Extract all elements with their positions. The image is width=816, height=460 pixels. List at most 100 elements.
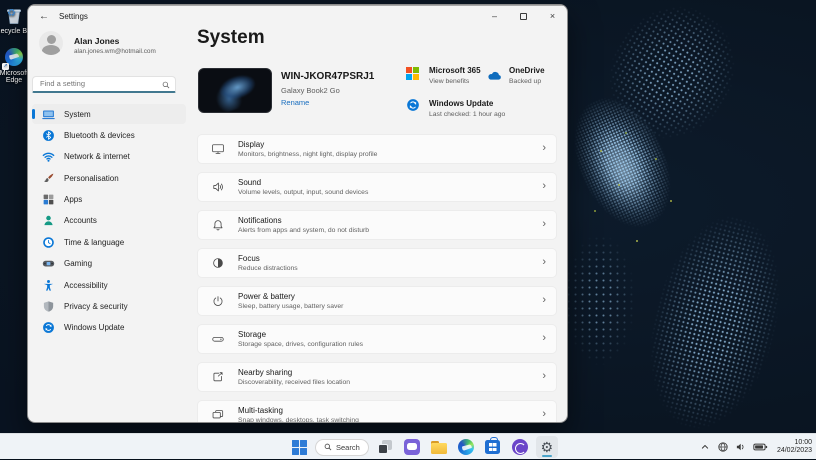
card-notifications[interactable]: Notifications Alerts from apps and system… [197, 210, 557, 240]
status-subtitle: Backed up [509, 78, 541, 85]
microsoft-store-button[interactable] [482, 436, 504, 458]
sidebar-item-privacy-security[interactable]: Privacy & security [32, 297, 186, 317]
rename-link[interactable]: Rename [281, 98, 309, 107]
clock-icon [42, 236, 55, 249]
search-box[interactable] [32, 76, 176, 93]
sidebar-nav: System Bluetooth & devices Network & int… [32, 104, 186, 338]
taskbar-center: Search ⚙ [288, 434, 558, 460]
status-title[interactable]: OneDrive [509, 66, 545, 75]
particle-tail [631, 204, 799, 442]
card-subtitle: Storage space, drives, configuration rul… [238, 341, 363, 348]
windows-update-icon [42, 321, 55, 334]
shortcut-arrow-icon: ↗ [2, 63, 9, 70]
status-subtitle: Last checked: 1 hour ago [429, 111, 505, 118]
card-title: Notifications [238, 216, 369, 225]
card-multi-tasking[interactable]: Multi-taskingSnap windows, desktops, tas… [197, 400, 557, 423]
taskbar-search[interactable]: Search [315, 439, 369, 456]
tray-time: 10:00 [777, 439, 812, 448]
start-button[interactable] [288, 436, 310, 458]
bell-icon [211, 218, 225, 232]
sidebar-item-label: Accounts [64, 216, 97, 225]
microsoft-365-icon [406, 67, 420, 81]
sidebar-item-apps[interactable]: Apps [32, 190, 186, 210]
chat-button[interactable] [401, 436, 423, 458]
card-title: Power & battery [238, 292, 343, 301]
sidebar-item-label: Windows Update [64, 323, 124, 332]
sidebar-item-system[interactable]: System [32, 104, 186, 124]
chat-icon [404, 439, 420, 455]
focus-icon [211, 256, 225, 270]
edge-icon [458, 439, 474, 455]
main-pane: System WIN-JKOR47PSRJ1 Galaxy Book2 Go R… [197, 5, 568, 422]
card-subtitle: Sleep, battery usage, battery saver [238, 303, 343, 310]
card-display[interactable]: DisplayMonitors, brightness, night light… [197, 134, 557, 164]
sidebar-item-label: Gaming [64, 259, 92, 268]
device-name: WIN-JKOR47PSRJ1 [281, 71, 374, 82]
card-title: Nearby sharing [238, 368, 350, 377]
volume-icon[interactable] [735, 441, 747, 453]
card-focus[interactable]: Focus Reduce distractions › [197, 248, 557, 278]
card-storage[interactable]: Storage Storage space, drives, configurat… [197, 324, 557, 354]
profile-name: Alan Jones [74, 36, 119, 46]
card-nearby-sharing[interactable]: Nearby sharingDiscoverability, received … [197, 362, 557, 392]
sidebar-item-gaming[interactable]: Gaming [32, 254, 186, 274]
file-explorer-button[interactable] [428, 436, 450, 458]
accessibility-person-icon [42, 279, 55, 292]
card-title: Sound [238, 178, 368, 187]
taskbar: Search ⚙ [0, 433, 816, 459]
status-title[interactable]: Microsoft 365 [429, 66, 481, 75]
network-globe-icon[interactable] [717, 441, 729, 453]
card-subtitle: Alerts from apps and system, do not dist… [238, 227, 369, 234]
card-title: Storage [238, 330, 363, 339]
card-title: Focus [238, 254, 298, 263]
speaker-icon [211, 180, 225, 194]
sidebar-item-label: Apps [64, 195, 82, 204]
chevron-right-icon: › [542, 333, 546, 346]
status-title[interactable]: Windows Update [429, 99, 493, 108]
chevron-right-icon: › [542, 409, 546, 422]
sidebar-item-accessibility[interactable]: Accessibility [32, 275, 186, 295]
chevron-right-icon: › [542, 219, 546, 232]
search-input[interactable] [33, 77, 175, 91]
card-title: Display [238, 140, 377, 149]
avatar[interactable] [39, 31, 63, 55]
edge-icon: ↗ [4, 48, 24, 68]
task-view-button[interactable] [374, 436, 396, 458]
card-subtitle: Reduce distractions [238, 265, 298, 272]
settings-cards: DisplayMonitors, brightness, night light… [197, 134, 557, 423]
card-power-battery[interactable]: Power & battery Sleep, battery usage, bat… [197, 286, 557, 316]
sidebar-item-label: Time & language [64, 238, 124, 247]
sidebar-item-windows-update[interactable]: Windows Update [32, 318, 186, 338]
device-thumbnail [198, 68, 272, 113]
search-icon [162, 81, 170, 89]
window-title: Settings [59, 12, 88, 21]
battery-icon[interactable] [753, 441, 768, 453]
back-button[interactable]: ← [36, 9, 52, 25]
sidebar-item-bluetooth-devices[interactable]: Bluetooth & devices [32, 125, 186, 145]
sidebar-item-accounts[interactable]: Accounts [32, 211, 186, 231]
system-icon [42, 108, 55, 121]
sidebar-item-time-language[interactable]: Time & language [32, 232, 186, 252]
chevron-right-icon: › [542, 257, 546, 270]
power-icon [211, 294, 225, 308]
edge-button[interactable] [455, 436, 477, 458]
sidebar-item-label: Bluetooth & devices [64, 131, 135, 140]
gamepad-icon [42, 257, 55, 270]
accounts-person-icon [42, 214, 55, 227]
page-title: System [197, 27, 265, 49]
selection-indicator [32, 109, 35, 119]
taskbar-clock[interactable]: 10:00 24/02/2023 [774, 439, 812, 456]
profile-email: alan.jones.wm@hotmail.com [74, 48, 156, 55]
device-model: Galaxy Book2 Go [281, 86, 340, 95]
storage-drive-icon [211, 332, 225, 346]
card-sound[interactable]: SoundVolume levels, output, input, sound… [197, 172, 557, 202]
tray-chevron-up-icon[interactable] [699, 441, 711, 453]
settings-button-active[interactable]: ⚙ [536, 436, 558, 458]
display-icon [211, 142, 225, 156]
sidebar-item-network-internet[interactable]: Network & internet [32, 147, 186, 167]
recycle-bin-icon: ♻ [4, 6, 24, 26]
onedrive-icon [486, 68, 503, 82]
multitasking-windows-icon [211, 408, 225, 422]
sidebar-item-personalisation[interactable]: Personalisation [32, 168, 186, 188]
purple-circle-app-button[interactable] [509, 436, 531, 458]
